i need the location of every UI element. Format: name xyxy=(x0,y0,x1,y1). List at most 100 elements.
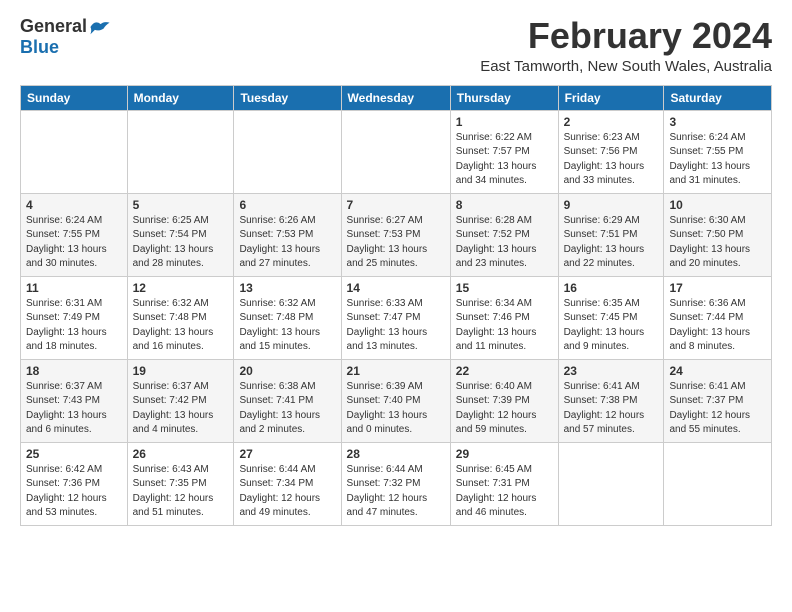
day-info: Sunrise: 6:41 AMSunset: 7:37 PMDaylight:… xyxy=(669,380,766,438)
day-number: 14 xyxy=(347,281,445,295)
calendar-cell: 18 Sunrise: 6:37 AMSunset: 7:43 PMDayligh… xyxy=(21,359,128,442)
subtitle: East Tamworth, New South Wales, Australi… xyxy=(480,58,772,75)
calendar-cell: 13 Sunrise: 6:32 AMSunset: 7:48 PMDayligh… xyxy=(234,276,341,359)
day-info: Sunrise: 6:37 AMSunset: 7:42 PMDaylight:… xyxy=(133,380,229,438)
day-header-saturday: Saturday xyxy=(664,85,772,110)
logo-blue: Blue xyxy=(20,37,59,58)
day-number: 28 xyxy=(347,447,445,461)
day-header-sunday: Sunday xyxy=(21,85,128,110)
day-number: 27 xyxy=(239,447,335,461)
day-info: Sunrise: 6:24 AMSunset: 7:55 PMDaylight:… xyxy=(669,131,766,189)
day-info: Sunrise: 6:36 AMSunset: 7:44 PMDaylight:… xyxy=(669,297,766,355)
week-row-2: 11 Sunrise: 6:31 AMSunset: 7:49 PMDayligh… xyxy=(21,276,772,359)
day-info: Sunrise: 6:24 AMSunset: 7:55 PMDaylight:… xyxy=(26,214,122,272)
day-info: Sunrise: 6:32 AMSunset: 7:48 PMDaylight:… xyxy=(133,297,229,355)
day-info: Sunrise: 6:39 AMSunset: 7:40 PMDaylight:… xyxy=(347,380,445,438)
calendar-cell: 14 Sunrise: 6:33 AMSunset: 7:47 PMDayligh… xyxy=(341,276,450,359)
week-row-1: 4 Sunrise: 6:24 AMSunset: 7:55 PMDaylight… xyxy=(21,193,772,276)
day-number: 12 xyxy=(133,281,229,295)
day-number: 13 xyxy=(239,281,335,295)
day-header-friday: Friday xyxy=(558,85,664,110)
day-info: Sunrise: 6:37 AMSunset: 7:43 PMDaylight:… xyxy=(26,380,122,438)
calendar-cell: 9 Sunrise: 6:29 AMSunset: 7:51 PMDaylight… xyxy=(558,193,664,276)
day-info: Sunrise: 6:40 AMSunset: 7:39 PMDaylight:… xyxy=(456,380,553,438)
day-info: Sunrise: 6:28 AMSunset: 7:52 PMDaylight:… xyxy=(456,214,553,272)
day-info: Sunrise: 6:38 AMSunset: 7:41 PMDaylight:… xyxy=(239,380,335,438)
day-info: Sunrise: 6:44 AMSunset: 7:34 PMDaylight:… xyxy=(239,463,335,521)
calendar-cell: 23Sunrise: 6:41 AMSunset: 7:38 PMDayligh… xyxy=(558,359,664,442)
logo-general: General xyxy=(20,16,87,37)
calendar-cell: 22 Sunrise: 6:40 AMSunset: 7:39 PMDayligh… xyxy=(450,359,558,442)
day-number: 21 xyxy=(347,364,445,378)
header: General Blue February 2024 East Tamworth… xyxy=(20,16,772,75)
day-info: Sunrise: 6:35 AMSunset: 7:45 PMDaylight:… xyxy=(564,297,659,355)
calendar-cell xyxy=(341,110,450,193)
day-number: 20 xyxy=(239,364,335,378)
day-number: 10 xyxy=(669,198,766,212)
day-number: 23 xyxy=(564,364,659,378)
day-number: 22 xyxy=(456,364,553,378)
day-info: Sunrise: 6:44 AMSunset: 7:32 PMDaylight:… xyxy=(347,463,445,521)
calendar-cell: 24 Sunrise: 6:41 AMSunset: 7:37 PMDayligh… xyxy=(664,359,772,442)
calendar-cell xyxy=(234,110,341,193)
day-number: 26 xyxy=(133,447,229,461)
main-title: February 2024 xyxy=(480,16,772,56)
day-info: Sunrise: 6:26 AMSunset: 7:53 PMDaylight:… xyxy=(239,214,335,272)
calendar-cell xyxy=(127,110,234,193)
week-row-4: 25 Sunrise: 6:42 AMSunset: 7:36 PMDayligh… xyxy=(21,442,772,525)
day-number: 29 xyxy=(456,447,553,461)
page: General Blue February 2024 East Tamworth… xyxy=(0,0,792,536)
day-header-thursday: Thursday xyxy=(450,85,558,110)
day-info: Sunrise: 6:42 AMSunset: 7:36 PMDaylight:… xyxy=(26,463,122,521)
bird-icon xyxy=(89,18,111,36)
calendar-cell: 5Sunrise: 6:25 AMSunset: 7:54 PMDaylight… xyxy=(127,193,234,276)
calendar: SundayMondayTuesdayWednesdayThursdayFrid… xyxy=(20,85,772,526)
calendar-cell: 28 Sunrise: 6:44 AMSunset: 7:32 PMDayligh… xyxy=(341,442,450,525)
day-info: Sunrise: 6:43 AMSunset: 7:35 PMDaylight:… xyxy=(133,463,229,521)
logo: General Blue xyxy=(20,16,111,58)
day-number: 4 xyxy=(26,198,122,212)
calendar-cell xyxy=(21,110,128,193)
calendar-cell xyxy=(558,442,664,525)
day-number: 2 xyxy=(564,115,659,129)
day-number: 25 xyxy=(26,447,122,461)
day-number: 15 xyxy=(456,281,553,295)
day-info: Sunrise: 6:23 AMSunset: 7:56 PMDaylight:… xyxy=(564,131,659,189)
day-number: 19 xyxy=(133,364,229,378)
day-info: Sunrise: 6:31 AMSunset: 7:49 PMDaylight:… xyxy=(26,297,122,355)
calendar-cell: 4 Sunrise: 6:24 AMSunset: 7:55 PMDaylight… xyxy=(21,193,128,276)
day-info: Sunrise: 6:34 AMSunset: 7:46 PMDaylight:… xyxy=(456,297,553,355)
day-info: Sunrise: 6:33 AMSunset: 7:47 PMDaylight:… xyxy=(347,297,445,355)
day-info: Sunrise: 6:27 AMSunset: 7:53 PMDaylight:… xyxy=(347,214,445,272)
calendar-cell: 25 Sunrise: 6:42 AMSunset: 7:36 PMDayligh… xyxy=(21,442,128,525)
calendar-cell: 26 Sunrise: 6:43 AMSunset: 7:35 PMDayligh… xyxy=(127,442,234,525)
day-info: Sunrise: 6:32 AMSunset: 7:48 PMDaylight:… xyxy=(239,297,335,355)
calendar-cell: 20 Sunrise: 6:38 AMSunset: 7:41 PMDayligh… xyxy=(234,359,341,442)
day-number: 24 xyxy=(669,364,766,378)
calendar-cell: 15 Sunrise: 6:34 AMSunset: 7:46 PMDayligh… xyxy=(450,276,558,359)
calendar-cell: 8Sunrise: 6:28 AMSunset: 7:52 PMDaylight… xyxy=(450,193,558,276)
calendar-cell: 10Sunrise: 6:30 AMSunset: 7:50 PMDayligh… xyxy=(664,193,772,276)
calendar-cell: 21 Sunrise: 6:39 AMSunset: 7:40 PMDayligh… xyxy=(341,359,450,442)
calendar-cell xyxy=(664,442,772,525)
day-info: Sunrise: 6:22 AMSunset: 7:57 PMDaylight:… xyxy=(456,131,553,189)
title-area: February 2024 East Tamworth, New South W… xyxy=(480,16,772,75)
day-number: 18 xyxy=(26,364,122,378)
calendar-cell: 11 Sunrise: 6:31 AMSunset: 7:49 PMDayligh… xyxy=(21,276,128,359)
week-row-3: 18 Sunrise: 6:37 AMSunset: 7:43 PMDayligh… xyxy=(21,359,772,442)
day-info: Sunrise: 6:29 AMSunset: 7:51 PMDaylight:… xyxy=(564,214,659,272)
calendar-cell: 27 Sunrise: 6:44 AMSunset: 7:34 PMDayligh… xyxy=(234,442,341,525)
day-number: 17 xyxy=(669,281,766,295)
calendar-cell: 17 Sunrise: 6:36 AMSunset: 7:44 PMDayligh… xyxy=(664,276,772,359)
day-number: 11 xyxy=(26,281,122,295)
calendar-cell: 3Sunrise: 6:24 AMSunset: 7:55 PMDaylight… xyxy=(664,110,772,193)
day-number: 9 xyxy=(564,198,659,212)
day-number: 16 xyxy=(564,281,659,295)
week-row-0: 1Sunrise: 6:22 AMSunset: 7:57 PMDaylight… xyxy=(21,110,772,193)
calendar-cell: 1Sunrise: 6:22 AMSunset: 7:57 PMDaylight… xyxy=(450,110,558,193)
day-header-monday: Monday xyxy=(127,85,234,110)
calendar-cell: 16 Sunrise: 6:35 AMSunset: 7:45 PMDayligh… xyxy=(558,276,664,359)
day-number: 7 xyxy=(347,198,445,212)
day-number: 6 xyxy=(239,198,335,212)
calendar-header-row: SundayMondayTuesdayWednesdayThursdayFrid… xyxy=(21,85,772,110)
